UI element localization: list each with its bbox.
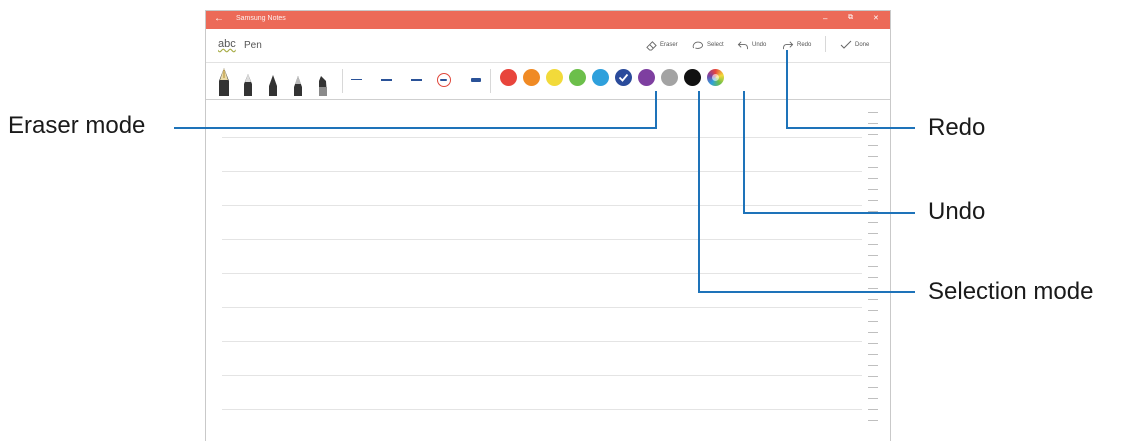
callout-eraser-mode: Eraser mode <box>8 112 146 139</box>
callout-redo: Redo <box>928 114 986 141</box>
undo-leader-line <box>743 91 915 214</box>
callout-selection-mode: Selection mode <box>928 278 1094 305</box>
callout-undo: Undo <box>928 198 986 225</box>
eraser-leader-line <box>174 91 657 129</box>
selection-leader-line <box>698 91 915 293</box>
redo-leader-line <box>786 50 915 129</box>
